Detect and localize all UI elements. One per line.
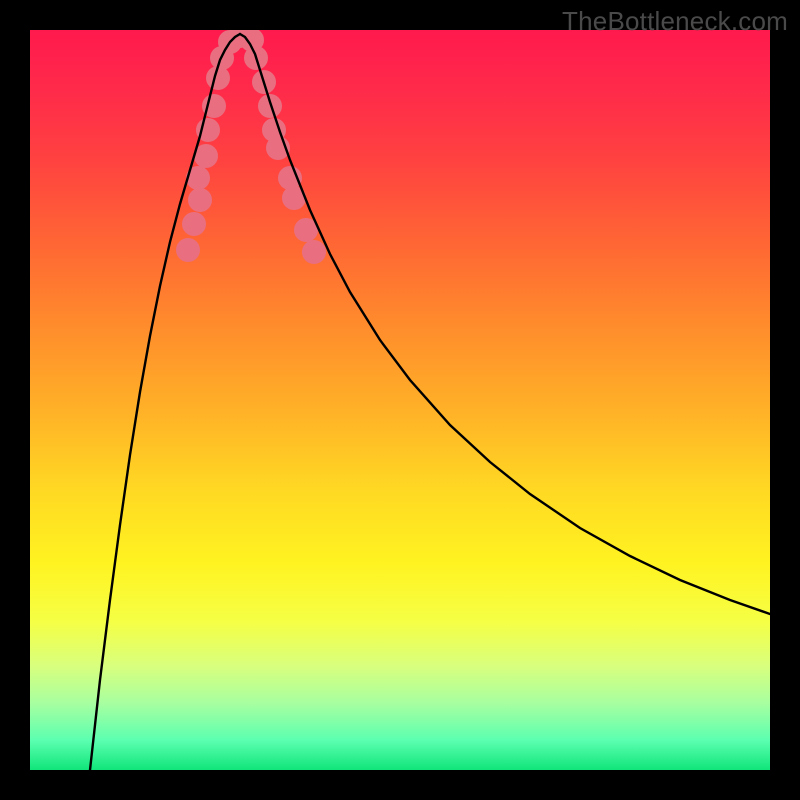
marker-dot bbox=[258, 94, 282, 118]
marker-layer bbox=[176, 30, 326, 264]
chart-overlay bbox=[30, 30, 770, 770]
left-curve bbox=[90, 34, 240, 770]
marker-dot bbox=[302, 240, 326, 264]
chart-frame bbox=[30, 30, 770, 770]
marker-dot bbox=[188, 188, 212, 212]
right-curve bbox=[240, 34, 770, 614]
marker-dot bbox=[182, 212, 206, 236]
marker-dot bbox=[176, 238, 200, 262]
